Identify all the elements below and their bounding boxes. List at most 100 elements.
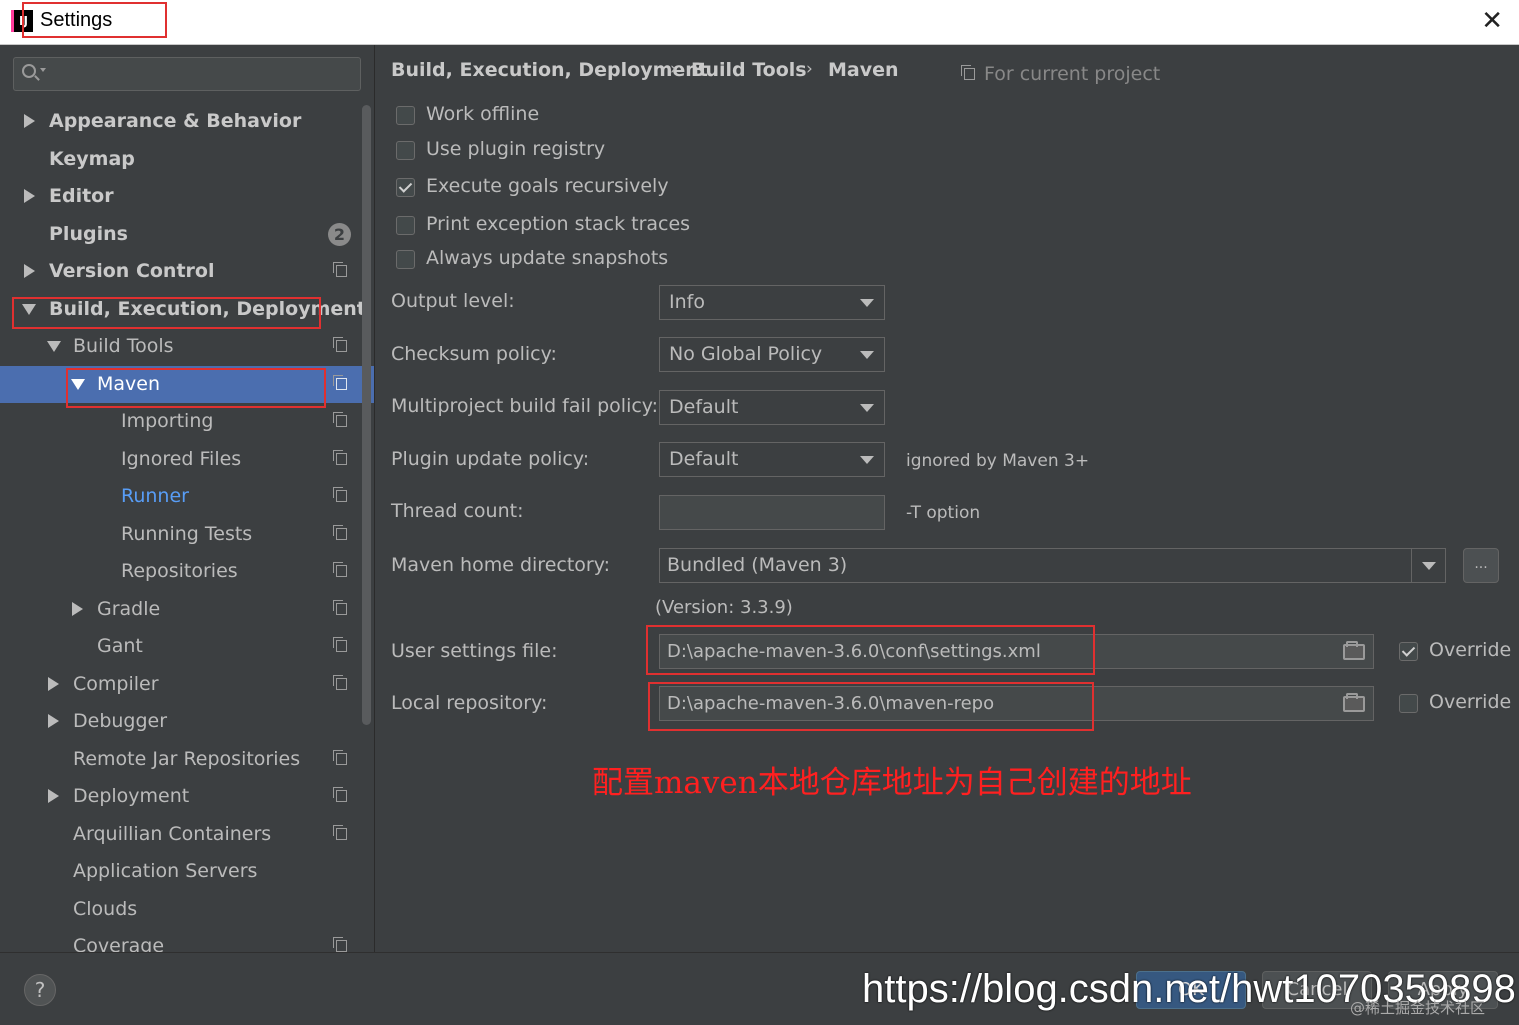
dialog-footer: ? OK Cancel Apply https://blog.csdn.net/… xyxy=(0,952,1519,1025)
window-title: Settings xyxy=(40,9,113,31)
sidebar-item-plugins[interactable]: Plugins 2 xyxy=(0,216,360,253)
collapse-arrow-icon[interactable] xyxy=(47,341,61,352)
project-scope-icon xyxy=(333,525,347,540)
maven-home-browse-button[interactable]: ... xyxy=(1463,548,1499,583)
expand-arrow-icon[interactable] xyxy=(24,189,35,203)
always-update-checkbox[interactable] xyxy=(396,250,415,269)
sidebar-item-keymap[interactable]: Keymap xyxy=(0,141,360,178)
local-repository-input[interactable]: D:\apache-maven-3.6.0\maven-repo xyxy=(659,686,1374,721)
settings-sidebar: Appearance & Behavior Keymap Editor Plug… xyxy=(0,45,375,952)
print-exception-checkbox[interactable] xyxy=(396,216,415,235)
sidebar-item-build-tools[interactable]: Build Tools xyxy=(0,328,360,365)
sidebar-item-coverage[interactable]: Coverage xyxy=(0,928,360,952)
project-scope-icon xyxy=(333,787,347,802)
close-icon[interactable]: ✕ xyxy=(1481,6,1503,36)
search-icon xyxy=(22,64,36,78)
local-repository-override-checkbox[interactable] xyxy=(1399,694,1418,713)
breadcrumb-build[interactable]: Build, Execution, Deployment xyxy=(391,59,708,81)
help-button[interactable]: ? xyxy=(24,974,56,1006)
expand-arrow-icon[interactable] xyxy=(72,602,83,616)
user-settings-label: User settings file: xyxy=(391,640,558,662)
project-scope-icon xyxy=(333,562,347,577)
sidebar-item-repositories[interactable]: Repositories xyxy=(0,553,360,590)
sidebar-item-runner[interactable]: Runner xyxy=(0,478,360,515)
title-bar: IJ Settings ✕ xyxy=(0,0,1519,45)
sidebar-item-maven[interactable]: Maven xyxy=(0,366,374,403)
work-offline-checkbox[interactable] xyxy=(396,106,415,125)
checksum-policy-select[interactable]: No Global Policy xyxy=(659,337,885,372)
project-scope-icon xyxy=(961,65,975,80)
sidebar-item-version-control[interactable]: Version Control xyxy=(0,253,360,290)
maven-home-label: Maven home directory: xyxy=(391,554,610,576)
project-scope-icon xyxy=(333,487,347,502)
project-scope-icon xyxy=(333,750,347,765)
project-scope-icon xyxy=(333,450,347,465)
annotation-text: 配置maven本地仓库地址为自己创建的地址 xyxy=(592,765,1192,801)
breadcrumb-maven: Maven xyxy=(828,59,899,81)
local-repository-label: Local repository: xyxy=(391,692,548,714)
plugin-update-policy-select[interactable]: Default xyxy=(659,442,885,477)
expand-arrow-icon[interactable] xyxy=(48,714,59,728)
sidebar-item-editor[interactable]: Editor xyxy=(0,178,360,215)
folder-open-icon[interactable] xyxy=(1343,641,1365,660)
sidebar-item-gant[interactable]: Gant xyxy=(0,628,360,665)
plugins-count-badge: 2 xyxy=(328,223,351,246)
expand-arrow-icon[interactable] xyxy=(48,789,59,803)
multiproject-policy-select[interactable]: Default xyxy=(659,390,885,425)
project-scope-icon xyxy=(333,825,347,840)
sidebar-item-deployment[interactable]: Deployment xyxy=(0,778,360,815)
multiproject-policy-label: Multiproject build fail policy: xyxy=(391,395,659,417)
user-settings-input[interactable]: D:\apache-maven-3.6.0\conf\settings.xml xyxy=(659,634,1374,669)
project-scope-icon xyxy=(333,675,347,690)
plugin-update-hint: ignored by Maven 3+ xyxy=(906,451,1090,471)
thread-count-label: Thread count: xyxy=(391,500,524,522)
collapse-arrow-icon[interactable] xyxy=(22,304,36,315)
plugin-registry-checkbox[interactable] xyxy=(396,141,415,160)
breadcrumb-separator: › xyxy=(670,59,677,79)
sidebar-item-application-servers[interactable]: Application Servers xyxy=(0,853,360,890)
maven-version-text: (Version: 3.3.9) xyxy=(655,597,793,618)
project-scope-icon xyxy=(333,337,347,352)
intellij-app-icon: IJ xyxy=(11,10,33,32)
chevron-down-icon xyxy=(860,404,874,412)
plugin-update-policy-label: Plugin update policy: xyxy=(391,448,590,470)
maven-settings-panel: Build, Execution, Deployment › Build Too… xyxy=(375,45,1519,952)
expand-arrow-icon[interactable] xyxy=(24,264,35,278)
project-scope-icon xyxy=(333,262,347,277)
sidebar-item-compiler[interactable]: Compiler xyxy=(0,666,360,703)
sidebar-scrollbar[interactable] xyxy=(362,105,371,725)
collapse-arrow-icon[interactable] xyxy=(71,379,85,390)
sidebar-item-appearance[interactable]: Appearance & Behavior xyxy=(0,103,360,140)
user-settings-override-checkbox[interactable] xyxy=(1399,642,1418,661)
maven-home-select[interactable]: Bundled (Maven 3) xyxy=(659,548,1446,583)
expand-arrow-icon[interactable] xyxy=(48,677,59,691)
thread-count-input[interactable] xyxy=(659,495,885,530)
search-input[interactable] xyxy=(13,57,361,91)
sidebar-item-debugger[interactable]: Debugger xyxy=(0,703,360,740)
output-level-select[interactable]: Info xyxy=(659,285,885,320)
sidebar-item-remote-jar-repositories[interactable]: Remote Jar Repositories xyxy=(0,741,360,778)
output-level-label: Output level: xyxy=(391,290,515,312)
project-scope-icon xyxy=(333,412,347,427)
sidebar-item-importing[interactable]: Importing xyxy=(0,403,360,440)
checksum-policy-label: Checksum policy: xyxy=(391,343,557,365)
folder-open-icon[interactable] xyxy=(1343,693,1365,712)
chevron-down-icon xyxy=(860,456,874,464)
sidebar-item-clouds[interactable]: Clouds xyxy=(0,891,360,928)
search-options-caret[interactable] xyxy=(40,68,46,72)
expand-arrow-icon[interactable] xyxy=(24,114,35,128)
breadcrumb-build-tools[interactable]: Build Tools xyxy=(691,59,807,81)
sidebar-item-build-execution-deployment[interactable]: Build, Execution, Deployment xyxy=(0,291,366,328)
source-watermark: @稀土掘金技术社区 xyxy=(1350,999,1486,1017)
sidebar-item-gradle[interactable]: Gradle xyxy=(0,591,360,628)
project-scope-icon xyxy=(333,600,347,615)
scope-label: For current project xyxy=(961,63,1160,85)
thread-count-hint: -T option xyxy=(906,503,981,523)
execute-goals-checkbox[interactable] xyxy=(396,178,415,197)
project-scope-icon xyxy=(333,637,347,652)
sidebar-item-ignored-files[interactable]: Ignored Files xyxy=(0,441,360,478)
sidebar-item-running-tests[interactable]: Running Tests xyxy=(0,516,360,553)
chevron-down-icon[interactable] xyxy=(1411,549,1445,582)
sidebar-item-arquillian-containers[interactable]: Arquillian Containers xyxy=(0,816,360,853)
chevron-down-icon xyxy=(860,299,874,307)
